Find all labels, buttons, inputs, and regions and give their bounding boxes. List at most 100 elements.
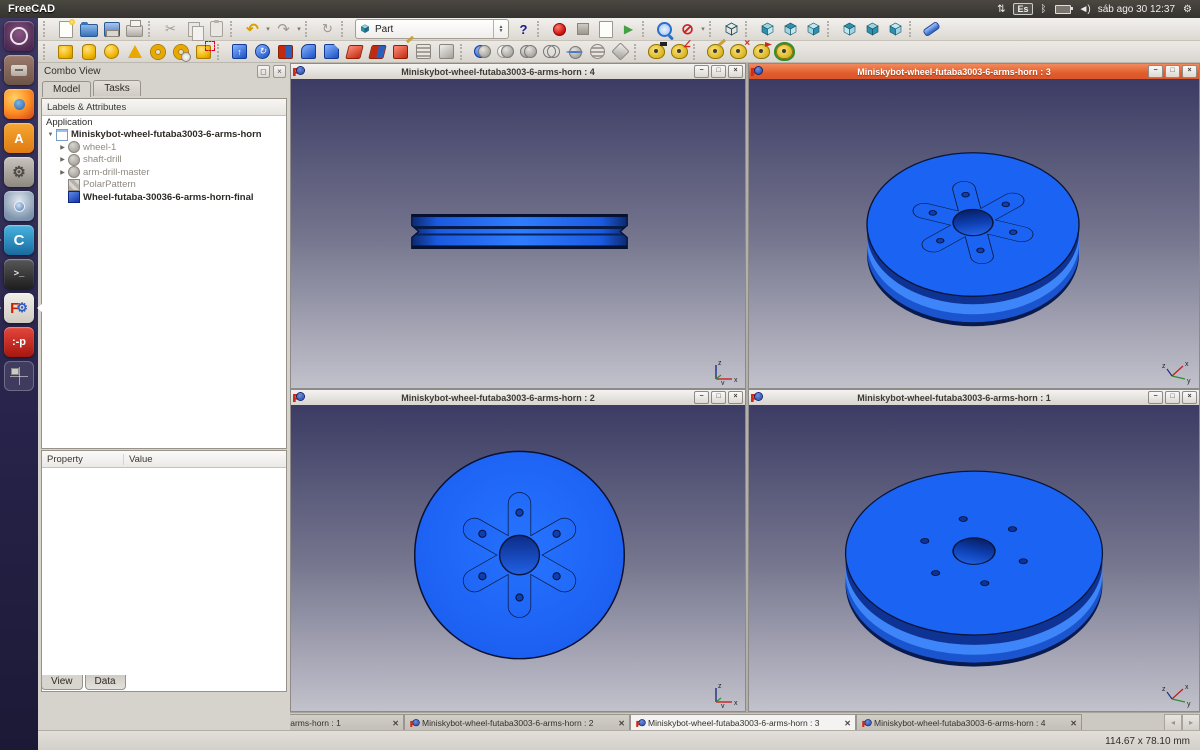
expander-icon[interactable]: ▶ [58, 144, 67, 151]
redo-button[interactable]: ↷ [273, 19, 294, 39]
launcher-system-settings[interactable]: ⚙ [4, 157, 34, 187]
dock-close-button[interactable]: × [273, 65, 286, 78]
tree-item-polarpattern[interactable]: PolarPattern [42, 179, 286, 192]
bluetooth-icon[interactable]: ᛒ [1041, 4, 1047, 15]
tab-model[interactable]: Model [42, 81, 91, 97]
window-3-titlebar[interactable]: Miniskybot-wheel-futaba3003-6-arms-horn … [749, 64, 1199, 80]
expander-icon[interactable]: ▶ [58, 156, 67, 163]
axonometric-view-button[interactable] [721, 19, 742, 39]
minimize-button[interactable]: − [1148, 65, 1163, 78]
measure-toggle-delta-button[interactable] [774, 42, 795, 62]
measure-linear-button[interactable] [646, 42, 667, 62]
cut-button[interactable]: ✂ [160, 19, 181, 39]
fillet-button[interactable] [298, 42, 319, 62]
clock[interactable]: sáb ago 30 12:37 [1098, 4, 1175, 15]
sweep-button[interactable] [390, 42, 411, 62]
part-cylinder-button[interactable] [78, 42, 99, 62]
extrude-button[interactable]: ↑ [229, 42, 250, 62]
restore-button[interactable]: □ [1165, 391, 1180, 404]
column-value[interactable]: Value [124, 454, 153, 465]
save-document-button[interactable] [101, 19, 122, 39]
toolbar-handle[interactable] [43, 44, 50, 60]
window-1-titlebar[interactable]: Miniskybot-wheel-futaba3003-6-arms-horn … [749, 390, 1199, 406]
expander-icon[interactable]: ▶ [58, 169, 67, 176]
minimize-button[interactable]: − [694, 391, 709, 404]
toolbar-handle[interactable] [43, 21, 50, 37]
restore-button[interactable]: □ [1165, 65, 1180, 78]
window-tab-1[interactable]: iskybot-wheel-futaba3003-6-arms-horn : 1… [290, 714, 404, 731]
minimize-button[interactable]: − [694, 65, 709, 78]
ruled-surface-button[interactable] [344, 42, 365, 62]
mirror-button[interactable] [275, 42, 296, 62]
refresh-button[interactable]: ↻ [317, 19, 338, 39]
expander-icon[interactable]: ▼ [46, 132, 55, 138]
part-sphere-button[interactable] [101, 42, 122, 62]
shape-builder-button[interactable] [193, 42, 214, 62]
draw-style-options-button[interactable]: ▾ [699, 25, 707, 33]
close-button[interactable]: × [1182, 65, 1197, 78]
tab-close-icon[interactable]: ✕ [618, 719, 625, 728]
tree-item-wheel-1[interactable]: ▶ wheel-1 [42, 141, 286, 154]
part-box-button[interactable] [55, 42, 76, 62]
launcher-c-app[interactable]: C [4, 225, 34, 255]
viewport-front-view[interactable]: z y x [291, 405, 745, 711]
bottom-view-button[interactable] [862, 19, 883, 39]
minimize-button[interactable]: − [1148, 391, 1163, 404]
offset-button[interactable] [413, 42, 434, 62]
close-button[interactable]: × [1182, 391, 1197, 404]
launcher-firefox[interactable] [4, 89, 34, 119]
cut-shapes-button[interactable] [495, 42, 516, 62]
print-button[interactable] [124, 19, 145, 39]
rear-view-button[interactable] [839, 19, 860, 39]
launcher-software-center[interactable]: A [4, 123, 34, 153]
right-view-button[interactable] [803, 19, 824, 39]
intersection-button[interactable] [541, 42, 562, 62]
restore-button[interactable]: □ [711, 65, 726, 78]
window-tab-3[interactable]: Miniskybot-wheel-futaba3003-6-arms-horn … [630, 714, 856, 731]
macro-stop-button[interactable] [572, 19, 593, 39]
front-view-button[interactable] [757, 19, 778, 39]
undo-button[interactable]: ↶ [242, 19, 263, 39]
session-gear-icon[interactable]: ⚙ [1183, 4, 1192, 15]
tab-data[interactable]: Data [85, 675, 126, 690]
window-4-titlebar[interactable]: Miniskybot-wheel-futaba3003-6-arms-horn … [291, 64, 745, 80]
column-property[interactable]: Property [42, 454, 124, 465]
loft-button[interactable] [367, 42, 388, 62]
tab-close-icon[interactable]: ✕ [1070, 719, 1077, 728]
volume-icon[interactable]: ◄) [1079, 4, 1090, 15]
window-2-titlebar[interactable]: Miniskybot-wheel-futaba3003-6-arms-horn … [291, 390, 745, 406]
window-tab-2[interactable]: Miniskybot-wheel-futaba3003-6-arms-horn … [404, 714, 630, 731]
launcher-dash-home[interactable] [4, 21, 34, 51]
whats-this-button[interactable]: ? [513, 19, 534, 39]
fit-all-button[interactable] [654, 19, 675, 39]
section-button[interactable] [564, 42, 585, 62]
launcher-printrun[interactable]: :-p [4, 327, 34, 357]
tab-close-icon[interactable]: ✕ [392, 719, 399, 728]
tab-tasks[interactable]: Tasks [93, 80, 141, 96]
thickness-button[interactable] [436, 42, 457, 62]
boolean-button[interactable] [472, 42, 493, 62]
viewport-side-view[interactable]: z y x [291, 79, 745, 388]
tree-item-arm-drill-master[interactable]: ▶ arm-drill-master [42, 166, 286, 179]
tab-close-icon[interactable]: ✕ [844, 719, 851, 728]
tab-scroll-right-button[interactable]: ▸ [1182, 714, 1200, 731]
measure-distance-button[interactable] [921, 19, 942, 39]
battery-icon[interactable] [1055, 5, 1071, 14]
tree-item-shaft-drill[interactable]: ▶ shaft-drill [42, 154, 286, 167]
launcher-workspace-switcher[interactable] [4, 361, 34, 391]
revolve-button[interactable]: ↻ [252, 42, 273, 62]
launcher-file-manager[interactable] [4, 55, 34, 85]
launcher-freecad[interactable]: F⚙ [4, 293, 34, 323]
launcher-terminal[interactable]: >_ [4, 259, 34, 289]
paste-button[interactable] [206, 19, 227, 39]
macro-record-button[interactable] [549, 19, 570, 39]
tab-scroll-left-button[interactable]: ◂ [1164, 714, 1182, 731]
close-button[interactable]: × [728, 65, 743, 78]
macro-edit-button[interactable] [595, 19, 616, 39]
workbench-spinner[interactable]: ▲▼ [493, 20, 508, 38]
measure-refresh-button[interactable] [705, 42, 726, 62]
undo-options-button[interactable]: ▾ [264, 25, 272, 33]
measure-toggle-3d-button[interactable] [751, 42, 772, 62]
viewport-isometric-view[interactable]: x y z [749, 79, 1199, 388]
copy-button[interactable] [183, 19, 204, 39]
